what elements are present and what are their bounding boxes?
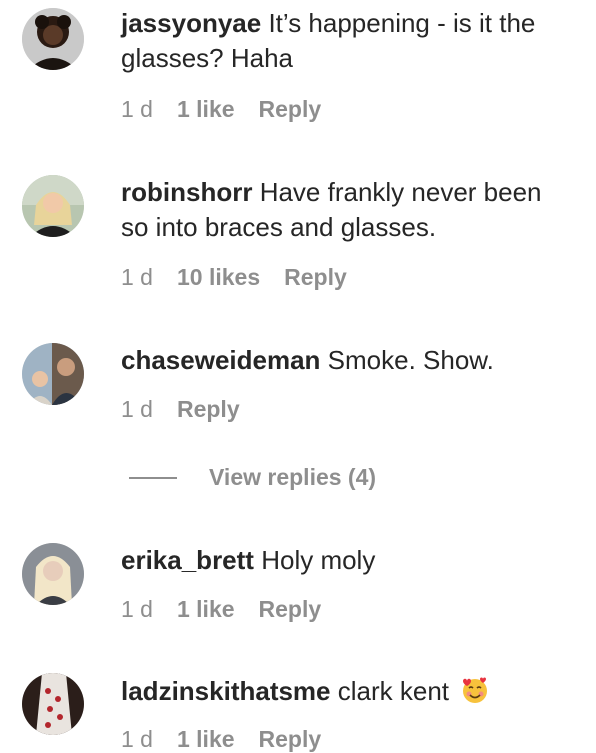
comment-username[interactable]: jassyonyae — [121, 8, 261, 38]
comment-meta: 1 d 1 like Reply — [121, 726, 321, 753]
avatar[interactable] — [22, 8, 84, 70]
reply-button[interactable]: Reply — [177, 396, 240, 423]
comment-time: 1 d — [121, 596, 153, 622]
avatar-image — [22, 543, 84, 605]
comment-time: 1 d — [121, 396, 153, 422]
avatar-image — [22, 673, 84, 735]
comment-text: jassyonyae It’s happening - is it the gl… — [121, 6, 571, 76]
comment-time: 1 d — [121, 264, 153, 290]
comment-username[interactable]: erika_brett — [121, 545, 254, 575]
reply-button[interactable]: Reply — [284, 264, 347, 291]
comment-meta: 1 d 10 likes Reply — [121, 264, 347, 291]
comment-body: Smoke. Show. — [327, 345, 494, 375]
comment-username[interactable]: chaseweideman — [121, 345, 320, 375]
avatar-image — [22, 175, 84, 237]
comment-body: clark kent — [337, 676, 450, 706]
avatar[interactable] — [22, 343, 84, 405]
likes-count[interactable]: 1 like — [177, 726, 235, 753]
comment-meta: 1 d 1 like Reply — [121, 596, 321, 623]
comment-username[interactable]: ladzinskithatsme — [121, 676, 331, 706]
comment-time: 1 d — [121, 96, 153, 122]
reply-button[interactable]: Reply — [259, 726, 322, 753]
likes-count[interactable]: 1 like — [177, 96, 235, 123]
comment-meta: 1 d Reply — [121, 396, 240, 423]
likes-count[interactable]: 10 likes — [177, 264, 260, 291]
comment-meta: 1 d 1 like Reply — [121, 96, 321, 123]
view-replies-button[interactable]: View replies (4) — [129, 464, 376, 491]
reply-button[interactable]: Reply — [259, 596, 322, 623]
avatar[interactable] — [22, 175, 84, 237]
comment-text: chaseweideman Smoke. Show. — [121, 343, 571, 378]
comment-username[interactable]: robinshorr — [121, 177, 252, 207]
view-replies-label: View replies (4) — [209, 464, 377, 490]
avatar-image — [22, 343, 84, 405]
divider-line — [129, 476, 177, 479]
comment-body: Holy moly — [261, 545, 376, 575]
avatar-image — [22, 8, 84, 70]
avatar[interactable] — [22, 673, 84, 735]
avatar[interactable] — [22, 543, 84, 605]
likes-count[interactable]: 1 like — [177, 596, 235, 623]
smiling-face-with-hearts-icon — [463, 677, 488, 703]
comment-time: 1 d — [121, 726, 153, 752]
reply-button[interactable]: Reply — [259, 96, 322, 123]
comment-text: ladzinskithatsme clark kent — [121, 674, 571, 709]
comment-text: robinshorr Have frankly never been so in… — [121, 175, 571, 245]
comment-text: erika_brett Holy moly — [121, 543, 571, 578]
